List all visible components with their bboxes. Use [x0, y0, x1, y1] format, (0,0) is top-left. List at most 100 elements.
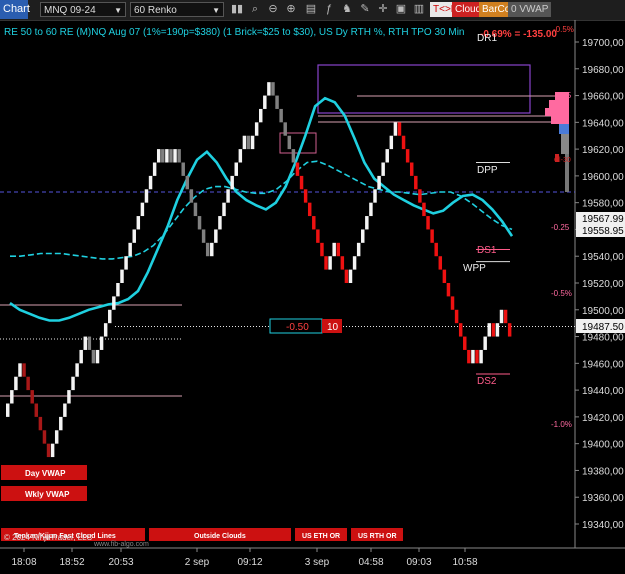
renko-brick [471, 349, 475, 364]
price-tick-label: 19520,00 [582, 279, 624, 290]
renko-brick [173, 149, 177, 163]
time-tick-label: 2 sep [185, 557, 210, 568]
renko-brick [409, 162, 414, 176]
renko-brick [507, 323, 512, 337]
svg-text:US ETH OR: US ETH OR [302, 533, 340, 540]
pct-top: -0.5% [553, 25, 574, 34]
time-tick-label: 18:52 [59, 557, 84, 568]
bars-icon[interactable]: ▮▮ [229, 2, 245, 17]
renko-brick [426, 216, 430, 230]
renko-brick [499, 309, 504, 324]
strategies-icon[interactable]: ♞ [339, 2, 355, 17]
renko-brick [283, 122, 287, 136]
volume-profile [545, 92, 569, 192]
chart-tab[interactable]: Chart [0, 0, 30, 19]
price-tick-label: 19660,00 [582, 92, 624, 103]
renko-brick [340, 256, 345, 270]
wkly-vwap-button[interactable]: Wkly VWAP [1, 486, 87, 501]
order-box[interactable]: -0.50 10 [269, 318, 342, 334]
price-tick-label: 19680,00 [582, 65, 624, 76]
pct-025-label: -0.25 [551, 223, 570, 232]
renko-brick [401, 135, 406, 150]
time-axis[interactable]: 18:08 18:52 20:53 2 sep 09:12 3 sep 04:58 09:03… [11, 548, 478, 568]
renko-brick [75, 363, 79, 377]
renko-brick [128, 242, 132, 257]
renko-brick [291, 149, 296, 163]
price-axis[interactable]: 19340,00 19360,00 19380,00 19400,00 19420,00… [575, 38, 624, 531]
ds1-label: DS1 [477, 245, 497, 256]
renko-brick [279, 108, 283, 123]
renko-brick [312, 216, 316, 230]
renko-brick [95, 349, 100, 364]
renko-brick [197, 216, 202, 230]
period-label: 60 Renko [134, 5, 177, 16]
time-tick-label: 3 sep [305, 557, 330, 568]
renko-brick [389, 135, 394, 150]
renko-brick [165, 149, 169, 163]
price-tick-label: 19340,00 [582, 520, 624, 531]
renko-brick [246, 135, 251, 150]
zoom-out-icon[interactable]: ⊖ [265, 2, 281, 17]
renko-brick [38, 416, 43, 431]
renko-brick [201, 229, 206, 243]
renko-brick [336, 242, 340, 257]
renko-brick [120, 269, 124, 283]
renko-brick [156, 149, 161, 163]
price-chart[interactable]: 19340,00 19360,00 19380,00 19400,00 19420,00… [0, 20, 625, 574]
dpp-label: DPP [477, 165, 498, 176]
zoom-in-icon[interactable]: ⊕ [283, 2, 299, 17]
chart-trader-icon[interactable]: ▥ [411, 2, 427, 17]
renko-brick [250, 135, 255, 150]
renko-brick [299, 175, 304, 190]
renko-brick [373, 189, 377, 203]
renko-brick [189, 189, 194, 203]
renko-brick [34, 403, 39, 417]
crosshair-icon[interactable]: ✛ [375, 2, 391, 17]
snapshot-icon[interactable]: ▣ [393, 2, 409, 17]
renko-brick [254, 122, 259, 136]
time-tick-label: 10:58 [452, 557, 477, 568]
renko-brick [177, 149, 181, 163]
renko-brick [418, 189, 422, 203]
outside-clouds-button[interactable]: Outside Clouds [149, 528, 291, 541]
time-tick-label: 18:08 [11, 557, 36, 568]
renko-brick [226, 189, 230, 203]
renko-brick [267, 82, 271, 96]
renko-brick [71, 376, 75, 391]
renko-brick [59, 416, 63, 431]
time-tick-label: 09:03 [406, 557, 431, 568]
renko-brick [422, 202, 426, 217]
us-eth-or-button[interactable]: US ETH OR [295, 528, 347, 541]
price-tick-label: 19400,00 [582, 440, 624, 451]
drawing-tools-icon[interactable]: ✎ [357, 2, 373, 17]
renko-brick [26, 376, 30, 391]
renko-brick [271, 82, 275, 96]
price-tick-label: 19640,00 [582, 118, 624, 129]
price-tick-label: 19500,00 [582, 306, 624, 317]
pct-025-top-label: -0.25 [553, 91, 572, 100]
us-rth-or-button[interactable]: US RTH OR [351, 528, 403, 541]
renko-brick [148, 175, 153, 190]
renko-brick [54, 430, 59, 444]
order-box-value: -0.50 [286, 322, 309, 333]
instrument-selector[interactable]: MNQ 09-24 ▼ [40, 2, 126, 17]
renko-brick [434, 242, 438, 257]
price-tick-label: 19600,00 [582, 172, 624, 183]
renko-brick [320, 242, 324, 257]
period-selector[interactable]: 60 Renko ▼ [130, 2, 224, 17]
vwap-badge[interactable]: 0 VWAP [508, 2, 552, 17]
value-area-box [317, 64, 531, 114]
magnifier-icon[interactable]: ⌕ [247, 2, 263, 17]
properties-icon[interactable]: ▤ [303, 2, 319, 17]
day-vwap-button[interactable]: Day VWAP [1, 465, 87, 480]
renko-brick [234, 162, 238, 176]
pink-zone-box [279, 132, 317, 154]
price-tag-upper: 19567.99 [576, 212, 625, 225]
svg-text:US RTH OR: US RTH OR [358, 533, 397, 540]
renko-brick [414, 175, 418, 190]
renko-brick [483, 336, 487, 350]
renko-brick [185, 175, 190, 190]
chevron-down-icon: ▼ [114, 6, 122, 15]
indicators-icon[interactable]: ƒ [321, 2, 337, 17]
renko-brick [205, 242, 210, 257]
